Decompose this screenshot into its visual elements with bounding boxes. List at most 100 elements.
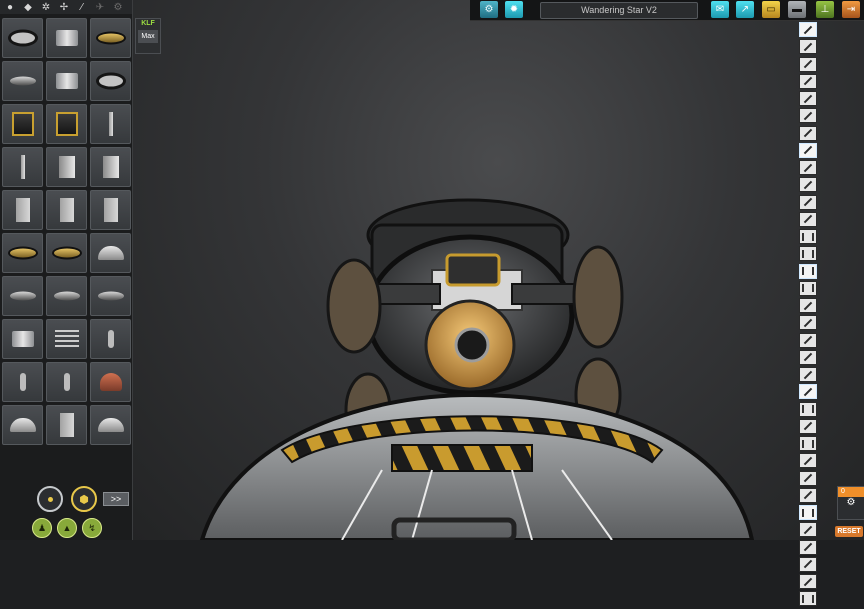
stage-panel[interactable]: 0 ⚙ — [837, 486, 864, 520]
reset-button[interactable]: RESET — [835, 526, 863, 537]
part-tile[interactable] — [46, 276, 87, 316]
action-strut-icon[interactable] — [799, 108, 817, 124]
action-strut-icon[interactable] — [799, 142, 817, 158]
action-strut-icon[interactable] — [799, 384, 817, 400]
action-strut-icon[interactable] — [799, 73, 817, 89]
part-tile[interactable] — [46, 362, 87, 402]
action-strut-icon[interactable] — [799, 349, 817, 365]
rotate-mode-icon[interactable]: ⬢ — [71, 486, 97, 512]
exit-icon[interactable]: ⇥ — [842, 1, 860, 18]
part-tile[interactable] — [90, 362, 131, 402]
launch-icon[interactable]: ↗ — [736, 1, 754, 18]
part-tile[interactable] — [90, 233, 131, 273]
action-h-icon[interactable] — [799, 505, 817, 520]
action-strut-icon[interactable] — [799, 522, 817, 538]
action-strut-icon[interactable] — [799, 177, 817, 193]
save-icon[interactable]: ▬ — [788, 1, 806, 18]
part-tile[interactable] — [90, 190, 131, 230]
stage-icon[interactable]: ⊥ — [816, 1, 834, 18]
action-strut-icon[interactable] — [799, 22, 817, 37]
3d-viewport[interactable] — [132, 0, 864, 540]
part-tile[interactable] — [2, 61, 43, 101]
part-tile[interactable] — [46, 319, 87, 359]
staging-icon[interactable]: ↯ — [82, 518, 102, 538]
part-eng-icon — [99, 373, 122, 391]
action-strut-icon[interactable] — [799, 39, 817, 55]
part-tile[interactable] — [46, 18, 87, 58]
action-strut-icon[interactable] — [799, 125, 817, 141]
action-strut-icon[interactable] — [799, 539, 817, 555]
action-h-icon[interactable] — [799, 591, 817, 607]
part-tile[interactable] — [2, 18, 43, 58]
reactor-core[interactable] — [454, 327, 490, 363]
action-strut-icon[interactable] — [799, 332, 817, 348]
aero-icon[interactable]: ✈ — [92, 0, 108, 14]
ship-name-field[interactable]: Wandering Star V2 — [540, 2, 698, 19]
part-tile[interactable] — [46, 405, 87, 445]
part-tile[interactable] — [90, 405, 131, 445]
action-strut-icon[interactable] — [799, 418, 817, 434]
part-tile[interactable] — [90, 61, 131, 101]
part-tile[interactable] — [2, 190, 43, 230]
next-page-button[interactable]: >> — [103, 492, 129, 506]
crew-icon[interactable]: ♟ — [32, 518, 52, 538]
engines-icon[interactable]: ✲ — [38, 0, 54, 14]
action-strut-icon[interactable] — [799, 211, 817, 227]
wheel-upper-right[interactable] — [572, 245, 624, 349]
stage-gear-icon[interactable]: ⚙ — [838, 497, 864, 508]
part-tile[interactable] — [46, 190, 87, 230]
rover-render[interactable] — [132, 0, 864, 540]
action-strut-icon[interactable] — [799, 470, 817, 486]
action-strut-icon[interactable] — [799, 160, 817, 175]
part-tile[interactable] — [90, 276, 131, 316]
part-tile[interactable] — [46, 147, 87, 187]
action-strut-icon[interactable] — [799, 298, 817, 313]
wheel-upper-left[interactable] — [326, 258, 382, 354]
pods-icon[interactable]: ● — [2, 0, 18, 14]
place-mode-icon[interactable] — [37, 486, 63, 512]
action-h-icon[interactable] — [799, 229, 817, 244]
action-strut-icon[interactable] — [799, 453, 817, 469]
part-tile[interactable] — [2, 276, 43, 316]
action-h-icon[interactable] — [799, 401, 817, 417]
mail-icon[interactable]: ✉ — [711, 1, 729, 18]
action-strut-icon[interactable] — [799, 574, 817, 589]
symmetry-panel[interactable]: KLF Max — [135, 18, 161, 54]
part-tile[interactable] — [2, 147, 43, 187]
fuel-icon[interactable]: ◆ — [20, 0, 36, 14]
structural-icon[interactable]: ⁄ — [74, 0, 90, 14]
hazard-plate — [391, 444, 533, 472]
snap-mode[interactable]: Max — [138, 30, 158, 43]
part-tile[interactable] — [46, 104, 87, 144]
part-tile[interactable] — [2, 362, 43, 402]
action-strut-icon[interactable] — [799, 91, 817, 106]
part-tile[interactable] — [90, 104, 131, 144]
action-strut-icon[interactable] — [799, 56, 817, 72]
gear-icon[interactable]: ⚙ — [480, 1, 498, 18]
part-tile[interactable] — [2, 104, 43, 144]
part-tile[interactable] — [46, 61, 87, 101]
action-h-icon[interactable] — [799, 436, 817, 451]
part-tile[interactable] — [46, 233, 87, 273]
folder-icon[interactable]: ▭ — [762, 1, 780, 18]
control-icon[interactable]: ✢ — [56, 0, 72, 14]
part-tile[interactable] — [2, 233, 43, 273]
action-strut-icon[interactable] — [799, 315, 817, 331]
symmetry-mode[interactable]: KLF — [136, 19, 160, 29]
settings-icon[interactable]: ✹ — [505, 1, 523, 18]
part-tile[interactable] — [90, 319, 131, 359]
action-strut-icon[interactable] — [799, 487, 817, 503]
action-strut-icon[interactable] — [799, 556, 817, 572]
action-h-icon[interactable] — [799, 280, 817, 296]
part-tile[interactable] — [90, 147, 131, 187]
action-groups-icon[interactable]: ▲ — [57, 518, 77, 538]
part-tile[interactable] — [2, 405, 43, 445]
action-h-icon[interactable] — [799, 263, 817, 279]
action-h-icon[interactable] — [799, 246, 817, 262]
action-strut-icon[interactable] — [799, 367, 817, 382]
utility-icon[interactable]: ⚙ — [110, 0, 126, 14]
part-tile[interactable] — [90, 18, 131, 58]
action-strut-icon[interactable] — [799, 194, 817, 210]
part-tile[interactable] — [2, 319, 43, 359]
battery-part[interactable] — [445, 253, 501, 287]
